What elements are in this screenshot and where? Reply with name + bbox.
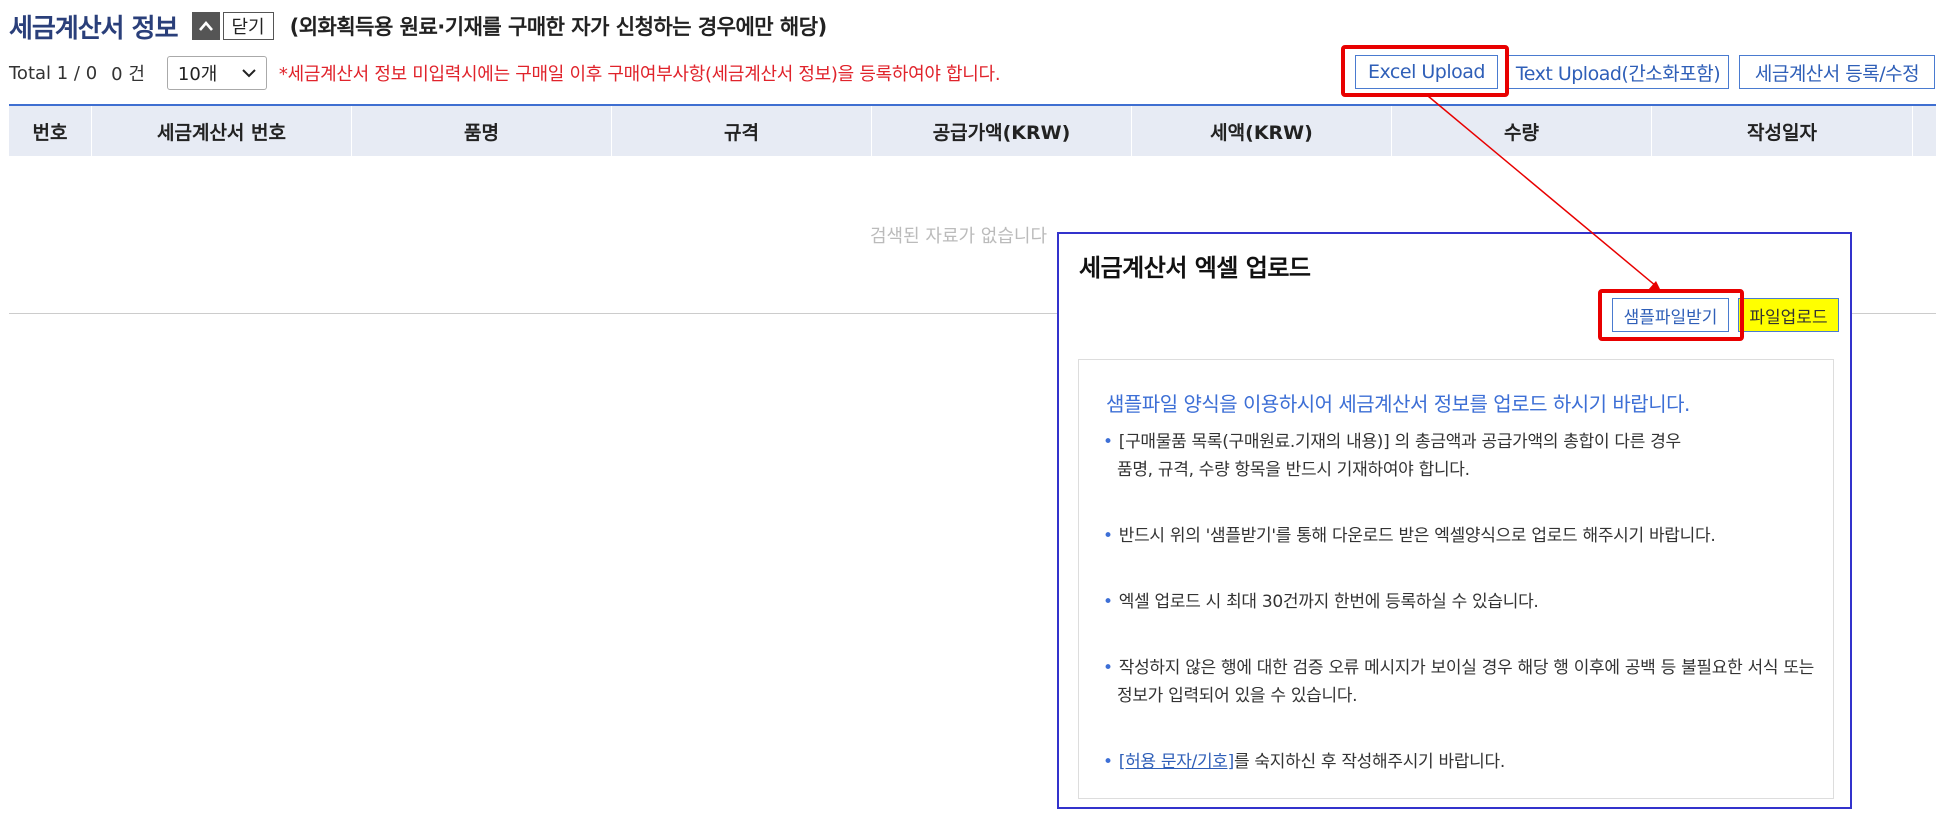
column-header: 작성일자 xyxy=(1652,106,1913,156)
section-header: 세금계산서 정보 닫기 (외화획득용 원료·기재를 구매한 자가 신청하는 경우… xyxy=(9,6,827,46)
list-info-row: Total 1 / 0 0 건 10개 *세금계산서 정보 미입력시에는 구매일… xyxy=(9,55,1001,91)
text-upload-button[interactable]: Text Upload(간소화포함) xyxy=(1507,55,1729,89)
total-count: Total 1 / 0 xyxy=(9,62,98,84)
file-upload-button[interactable]: 파일업로드 xyxy=(1738,298,1839,332)
column-header: 수량 xyxy=(1392,106,1652,156)
table-header: 번호 세금계산서 번호 품명 규격 공급가액(KRW) 세액(KRW) 수량 작… xyxy=(9,106,1936,156)
excel-upload-dialog: 세금계산서 엑셀 업로드 샘플파일받기 파일업로드 샘플파일 양식을 이용하시어… xyxy=(1057,232,1852,809)
column-header: 공급가액(KRW) xyxy=(872,106,1132,156)
page-size-select[interactable]: 10개 xyxy=(166,56,267,90)
dialog-title: 세금계산서 엑셀 업로드 xyxy=(1079,254,1311,282)
page-title: 세금계산서 정보 xyxy=(9,13,178,44)
column-header: 규격 xyxy=(612,106,872,156)
close-button[interactable]: 닫기 xyxy=(222,12,274,40)
column-header: 세금계산서 번호 xyxy=(92,106,352,156)
chevron-up-icon xyxy=(198,21,213,31)
guide-panel: 샘플파일 양식을 이용하시어 세금계산서 정보를 업로드 하시기 바랍니다. •… xyxy=(1078,359,1834,799)
guide-item: • 작성하지 않은 행에 대한 검증 오류 메시지가 보이실 경우 해당 행 이후… xyxy=(1103,658,1814,706)
tax-invoice-table: 번호 세금계산서 번호 품명 규격 공급가액(KRW) 세액(KRW) 수량 작… xyxy=(9,104,1936,156)
guide-item: • [허용 문자/기호]를 숙지하신 후 작성해주시기 바랍니다. xyxy=(1103,752,1505,772)
column-header: 품명 xyxy=(352,106,612,156)
column-header: 세액(KRW) xyxy=(1132,106,1392,156)
empty-message: 검색된 자료가 없습니다 xyxy=(870,226,1048,247)
register-edit-button[interactable]: 세금계산서 등록/수정 xyxy=(1739,55,1935,89)
result-count: 0 건 xyxy=(111,64,145,85)
highlight-box-sample xyxy=(1598,289,1744,341)
section-note: (외화획득용 원료·기재를 구매한 자가 신청하는 경우에만 해당) xyxy=(289,15,828,39)
column-header: 번호 xyxy=(9,106,92,156)
guide-item: • 엑셀 업로드 시 최대 30건까지 한번에 등록하실 수 있습니다. xyxy=(1103,592,1539,612)
guide-item: • [구매물품 목록(구매원료.기재의 내용)] 의 총금액과 공급가액의 총합이… xyxy=(1103,432,1681,480)
collapse-toggle-button[interactable] xyxy=(191,12,220,40)
warning-text: *세금계산서 정보 미입력시에는 구매일 이후 구매여부사항(세금계산서 정보)… xyxy=(278,64,1001,85)
guide-heading: 샘플파일 양식을 이용하시어 세금계산서 정보를 업로드 하시기 바랍니다. xyxy=(1106,392,1690,416)
highlight-box-excel xyxy=(1341,45,1509,97)
chevron-down-icon xyxy=(242,69,256,78)
allowed-characters-link[interactable]: [허용 문자/기호] xyxy=(1119,752,1235,772)
page-size-value: 10개 xyxy=(177,64,218,85)
guide-item: • 반드시 위의 '샘플받기'를 통해 다운로드 받은 엑셀양식으로 업로드 해주… xyxy=(1103,526,1716,546)
